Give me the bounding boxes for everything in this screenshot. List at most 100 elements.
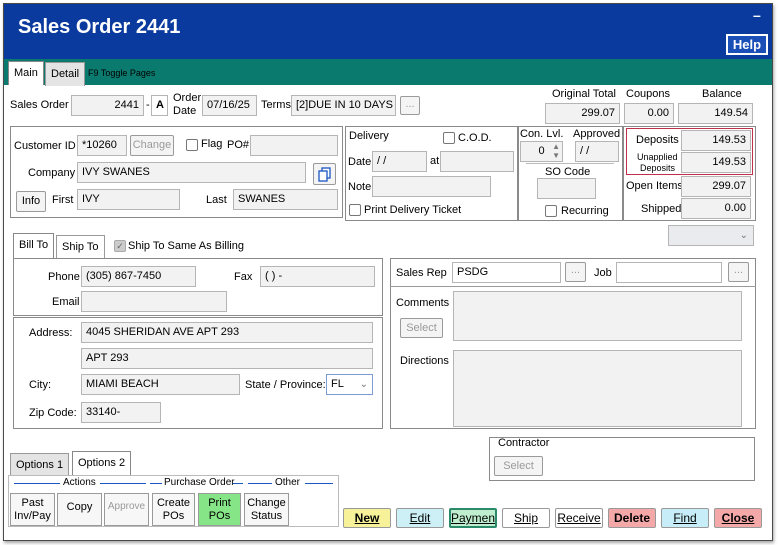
email-field[interactable]: [81, 291, 227, 312]
tab-options-2[interactable]: Options 2: [72, 451, 132, 477]
con-lvl-value: 0: [538, 145, 545, 157]
approve-button[interactable]: Approve: [104, 493, 149, 526]
shipped-field: 0.00: [681, 198, 751, 219]
unapplied-deposits-label-2: Deposits: [640, 163, 676, 173]
change-status-label-2: Status: [250, 510, 283, 522]
sales-rep-field[interactable]: PSDG: [452, 262, 561, 283]
delete-button[interactable]: Delete: [608, 508, 656, 528]
spinner-arrows-icon[interactable]: ▲ ▼: [552, 142, 560, 160]
actions-group-label: Actions: [63, 477, 96, 488]
past-inv-pay-button[interactable]: Past Inv/Pay: [10, 493, 55, 526]
create-pos-button[interactable]: Create POs: [152, 493, 195, 526]
so-code-field[interactable]: [537, 178, 596, 199]
cod-label: C.O.D.: [458, 132, 492, 144]
phone-field[interactable]: (305) 867-7450: [81, 266, 196, 287]
window-title: Sales Order 2441: [18, 16, 181, 38]
tab-bill-to[interactable]: Bill To: [13, 233, 55, 258]
address-label: Address:: [29, 327, 73, 339]
order-date-field[interactable]: 07/16/25: [202, 95, 257, 116]
minimize-button[interactable]: –: [753, 8, 761, 22]
email-label: Email: [52, 296, 80, 308]
zip-label: Zip Code:: [29, 407, 77, 419]
comments-textarea[interactable]: [453, 291, 742, 341]
order-date-label-1: Order: [173, 92, 202, 104]
suffix-separator: -: [146, 99, 150, 111]
new-button[interactable]: New: [343, 508, 391, 528]
comments-select-button[interactable]: Select: [400, 318, 443, 338]
po-field[interactable]: [250, 135, 338, 156]
past-inv-pay-label-1: Past: [21, 497, 44, 509]
receive-button[interactable]: Receive: [555, 508, 603, 528]
cod-checkbox[interactable]: [443, 132, 455, 144]
state-select[interactable]: FL ⌄: [326, 374, 373, 395]
customer-id-label: Customer ID: [14, 140, 76, 152]
address-line2-field[interactable]: APT 293: [81, 348, 373, 369]
help-button[interactable]: Help: [726, 34, 768, 55]
change-customer-button[interactable]: Change: [130, 135, 174, 156]
find-button[interactable]: Find: [661, 508, 709, 528]
job-label: Job: [594, 267, 612, 279]
copy-button[interactable]: Copy: [57, 493, 102, 526]
ship-same-as-billing-label: Ship To Same As Billing: [128, 240, 244, 252]
job-lookup-button[interactable]: ...: [728, 262, 749, 282]
delivery-note-label: Note: [348, 181, 372, 193]
tab-detail[interactable]: Detail: [45, 62, 86, 86]
sales-order-window: Sales Order 2441 – Help Main Detail F9 T…: [3, 3, 773, 541]
edit-button[interactable]: Edit: [396, 508, 444, 528]
change-status-button[interactable]: Change Status: [244, 493, 289, 526]
delivery-at-label: at: [430, 155, 440, 167]
so-code-divider: [526, 163, 614, 164]
po-group-line-right: [233, 483, 243, 484]
city-field[interactable]: MIAMI BEACH: [81, 374, 240, 395]
ship-same-as-billing-checkbox[interactable]: ✓: [114, 240, 126, 252]
order-suffix-field[interactable]: A: [151, 95, 168, 116]
contractor-select-button[interactable]: Select: [494, 456, 543, 476]
po-label: PO#: [227, 139, 250, 151]
info-button[interactable]: Info: [16, 191, 46, 212]
delivery-date-field[interactable]: / /: [372, 151, 427, 172]
title-bar: Sales Order 2441 – Help: [4, 4, 772, 59]
copy-company-button[interactable]: [313, 163, 336, 185]
past-inv-pay-label-2: Inv/Pay: [14, 510, 51, 522]
ship-button[interactable]: Ship: [502, 508, 550, 528]
other-group-label: Other: [275, 477, 301, 488]
zip-field[interactable]: 33140-: [81, 402, 161, 423]
con-lvl-label: Con. Lvl.: [520, 128, 564, 140]
terms-lookup-button[interactable]: ...: [400, 96, 420, 115]
approved-field[interactable]: / /: [575, 141, 619, 162]
address-line1-field[interactable]: 4045 SHERIDAN AVE APT 293: [81, 322, 373, 343]
actions-group-line-left: [14, 483, 60, 484]
print-pos-button[interactable]: Print POs: [198, 493, 241, 526]
terms-label: Terms: [261, 99, 291, 111]
page-tab-bar: Main Detail F9 Toggle Pages: [4, 59, 772, 86]
tab-options-1[interactable]: Options 1: [10, 453, 70, 476]
first-name-field[interactable]: IVY: [77, 189, 180, 210]
sales-rep-lookup-button[interactable]: ...: [565, 262, 586, 282]
tab-main[interactable]: Main: [8, 61, 44, 85]
con-lvl-stepper[interactable]: 0 ▲ ▼: [520, 141, 563, 162]
unapplied-deposits-field: 149.53: [681, 152, 751, 173]
company-field[interactable]: IVY SWANES: [77, 162, 306, 183]
unlabeled-dropdown[interactable]: ⌄: [668, 225, 754, 246]
delivery-note-field[interactable]: [372, 176, 491, 197]
terms-field[interactable]: [2]DUE IN 10 DAYS: [291, 95, 396, 116]
other-group-line-left: [248, 483, 272, 484]
original-total-label: Original Total: [552, 88, 616, 100]
sales-order-label: Sales Order: [10, 99, 69, 111]
create-pos-label-1: Create: [156, 497, 191, 509]
delivery-time-field[interactable]: [440, 151, 514, 172]
contractor-label: Contractor: [498, 437, 550, 449]
customer-id-field[interactable]: *10260: [77, 135, 127, 156]
close-button[interactable]: Close: [714, 508, 762, 528]
payment-button[interactable]: Paymen: [449, 508, 497, 528]
last-name-field[interactable]: SWANES: [233, 189, 338, 210]
print-delivery-ticket-checkbox[interactable]: [349, 204, 361, 216]
fax-field[interactable]: ( ) -: [260, 266, 375, 287]
flag-checkbox[interactable]: [186, 139, 198, 151]
directions-textarea[interactable]: [453, 350, 742, 427]
sales-order-field[interactable]: 2441: [71, 95, 144, 116]
recurring-checkbox[interactable]: [545, 205, 557, 217]
job-field[interactable]: [616, 262, 722, 283]
actions-group-line-right: [100, 483, 146, 484]
tab-ship-to[interactable]: Ship To: [56, 235, 105, 258]
